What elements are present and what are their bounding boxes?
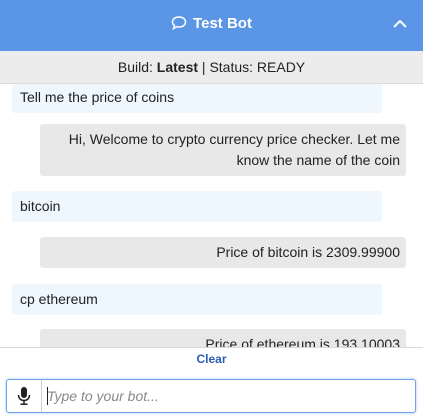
message-input[interactable]	[47, 384, 407, 408]
status-bar: Build: Latest | Status: READY	[0, 51, 423, 84]
chat-bubble-icon	[171, 15, 187, 35]
chevron-up-icon	[393, 19, 407, 28]
user-message: cp ethereum	[12, 284, 382, 315]
user-message: Tell me the price of coins	[12, 84, 382, 113]
status-text: Status: READY	[209, 59, 306, 75]
message-list[interactable]: Tell me the price of coins Hi, Welcome t…	[0, 84, 423, 347]
bot-message: Price of bitcoin is 2309.99900	[40, 237, 406, 268]
chat-header: Test Bot	[0, 0, 423, 51]
message-input-bar	[6, 379, 416, 413]
clear-button[interactable]: Clear	[0, 352, 423, 366]
build-value: Latest	[156, 59, 199, 75]
bot-message: Price of ethereum is 193.10003	[40, 329, 406, 347]
bot-name: Test Bot	[193, 15, 252, 32]
build-label: Build:	[117, 59, 153, 75]
header-title: Test Bot	[0, 15, 423, 35]
status-separator: |	[201, 59, 206, 75]
microphone-icon	[17, 387, 31, 405]
collapse-button[interactable]	[391, 15, 409, 33]
bot-message: Hi, Welcome to crypto currency price che…	[40, 124, 406, 176]
user-message: bitcoin	[12, 191, 382, 222]
microphone-button[interactable]	[7, 380, 42, 412]
divider	[0, 347, 423, 348]
